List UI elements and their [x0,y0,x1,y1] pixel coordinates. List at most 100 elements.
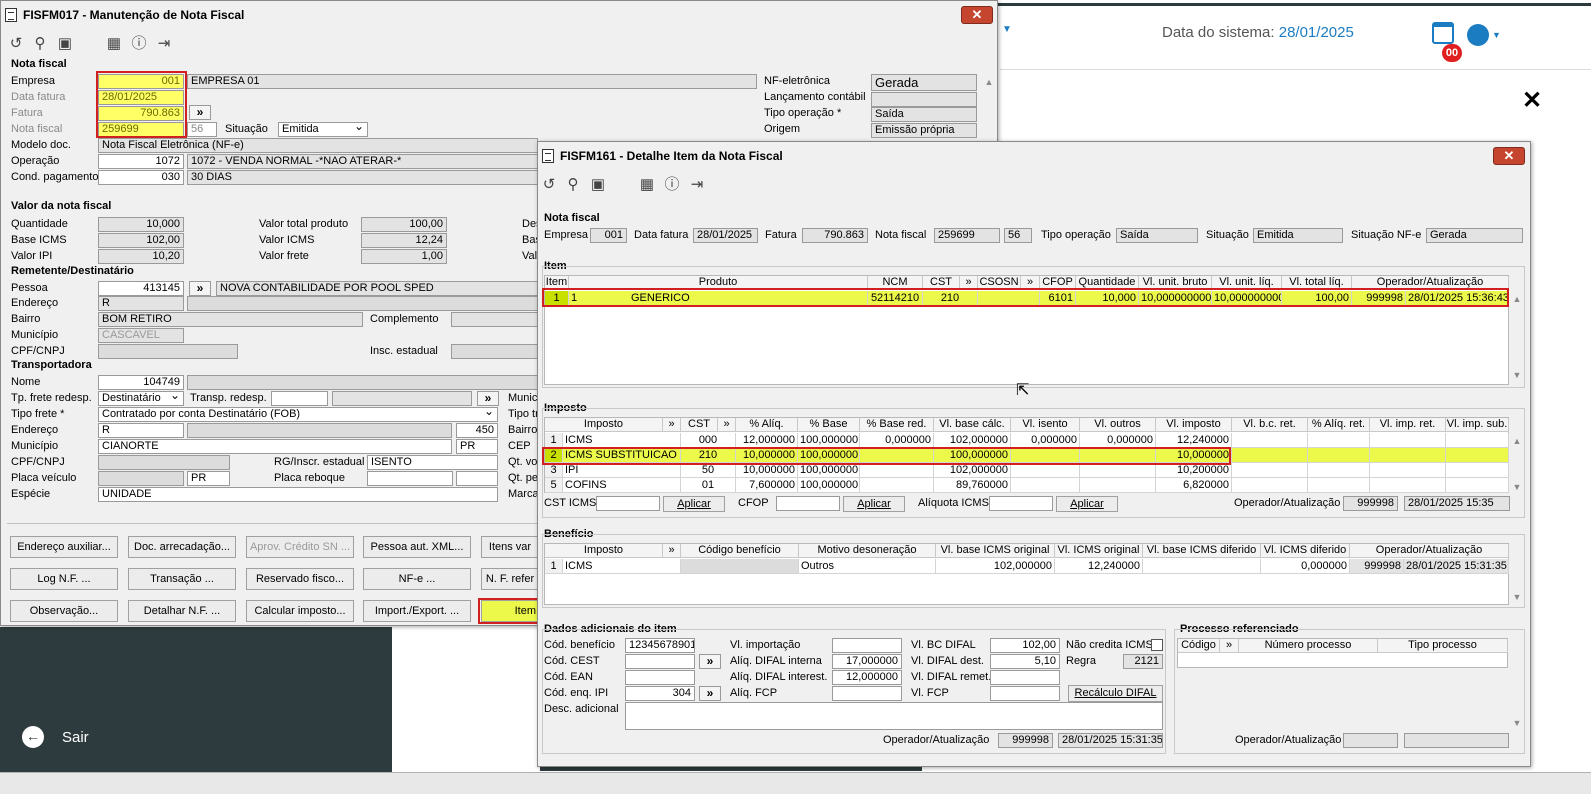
t-municipio-field[interactable]: CIANORTE [98,439,452,454]
nf-refer-button[interactable]: N. F. refer [481,568,539,590]
t-uf-field[interactable]: PR [456,439,498,454]
search-icon[interactable]: ⚲ [564,176,582,194]
vl-difal-remet-field[interactable] [990,670,1060,685]
tipof-select[interactable]: Contratado por conta Destinatário (FOB) [98,407,498,422]
cod-ean-field[interactable] [625,670,695,685]
calendar-icon[interactable] [1432,22,1454,44]
pessoa-more-button[interactable]: » [189,281,211,296]
nome-field[interactable]: 104749 [98,375,184,390]
save-icon[interactable]: ▣ [56,35,74,53]
col-cst-more[interactable]: » [718,418,736,432]
calendar-icon[interactable]: ▦ [105,35,123,53]
itens-var-button[interactable]: Itens var [481,536,539,558]
vl-difal-dest-field[interactable]: 5,10 [990,654,1060,669]
item-scroll-up[interactable]: ▲ [1510,294,1524,304]
empresa-field[interactable]: 001 [98,74,184,89]
cest-more-button[interactable]: » [699,654,721,669]
vl-bc-difal-field[interactable]: 102,00 [990,638,1060,653]
cond-pag-field[interactable]: 030 [98,170,184,185]
tr-field[interactable] [271,391,328,406]
aplicar-cfop-button[interactable]: Aplicar [843,496,905,512]
cod-cest-field[interactable] [625,654,695,669]
item-scroll-down[interactable]: ▼ [1510,370,1524,380]
close-button[interactable]: ✕ [961,6,993,24]
serie-field[interactable]: 56 [187,122,217,137]
user-avatar-icon[interactable] [1467,24,1489,46]
table-row[interactable]: 5 COFINS 01 7,600000 100,000000 89,760000 6,82… [545,478,1509,493]
pessoa-aut-xml-button[interactable]: Pessoa aut. XML... [363,536,471,558]
table-row[interactable]: 1 ICMS 000 12,000000 100,000000 0,000000 102,0… [545,433,1509,448]
modelo-field[interactable]: Nota Fiscal Eletrônica (NF-e) [98,138,538,153]
col-imposto-more[interactable]: » [663,544,681,558]
col-imposto-more[interactable]: » [663,418,681,432]
beneficio-scroll-down[interactable]: ▼ [1510,592,1524,602]
col-cst-more[interactable]: » [960,276,978,290]
table-row[interactable]: 3 IPI 50 10,000000 100,000000 102,000000 10,20… [545,463,1509,478]
situacao-select[interactable]: Emitida [278,122,368,137]
vl-fcp-field[interactable] [990,686,1060,701]
user-menu-chevron-icon[interactable]: ▼ [1492,30,1501,40]
imposto-scroll-down[interactable]: ▼ [1510,482,1524,492]
menu-chevron-icon[interactable]: ▼ [1002,24,1012,35]
data-fatura-field[interactable]: 28/01/2025 [98,90,184,105]
nf-field[interactable]: 259699 [98,122,184,137]
exit-label[interactable]: Sair [62,729,89,746]
item-button[interactable]: Item [481,600,539,622]
help-icon[interactable]: ⓘ [663,176,681,194]
cfop-field[interactable] [776,496,840,511]
import-export-button[interactable]: Import./Export. ... [363,600,471,622]
cod-enq-field[interactable]: 304 [625,686,695,701]
reboque-field[interactable] [367,471,453,486]
observacao-button[interactable]: Observação... [10,600,118,622]
aprov-credito-button[interactable]: Aprov. Crédito SN ... [246,536,354,558]
aliq-icms-field[interactable] [989,496,1053,511]
search-icon[interactable]: ⚲ [31,35,49,53]
enq-more-button[interactable]: » [699,686,721,701]
scroll-up-icon[interactable]: ▲ [982,77,996,87]
calendar-icon[interactable]: ▦ [638,176,656,194]
aliq-difal-inter-field[interactable]: 12,000000 [832,670,902,685]
rg-field[interactable]: ISENTO [367,455,498,470]
detalhar-nf-button[interactable]: Detalhar N.F. ... [128,600,236,622]
endereco-auxiliar-button[interactable]: Endereço auxiliar... [10,536,118,558]
table-row[interactable]: 1 1 GENERICO 52114210 210 6101 10,000 10… [545,291,1509,306]
fatura-more-button[interactable]: » [189,105,211,120]
exit-icon[interactable]: ⇥ [688,176,706,194]
t-numero-field[interactable]: 450 [456,423,498,438]
pessoa-field[interactable]: 413145 [98,281,184,296]
aplicar-aliq-button[interactable]: Aplicar [1056,496,1118,512]
desc-adicional-field[interactable] [625,702,1163,730]
refresh-icon[interactable]: ↺ [540,176,558,194]
col-codigo-more[interactable]: » [1220,639,1239,653]
nfe-button[interactable]: NF-e ... [363,568,471,590]
tr-more-button[interactable]: » [477,391,499,406]
col-csosn-more[interactable]: » [1021,276,1040,290]
table-row[interactable]: 2ICMS SUBSTITUICAO TR21010,000000100,000… [545,448,1509,463]
exit-icon[interactable]: ⇥ [155,35,173,53]
log-nf-button[interactable]: Log N.F. ... [10,568,118,590]
fatura-field[interactable]: 790.863 [98,106,184,121]
t-endereco-field[interactable]: R [98,423,184,438]
save-icon[interactable]: ▣ [589,176,607,194]
close-icon[interactable]: ✕ [1522,86,1542,115]
help-icon[interactable]: ⓘ [130,35,148,53]
close-button[interactable]: ✕ [1493,147,1525,165]
nao-credita-checkbox[interactable] [1151,639,1163,651]
tpf-select[interactable]: Destinatário [98,391,184,406]
imposto-scroll-up[interactable]: ▲ [1510,436,1524,446]
doc-arrecadacao-button[interactable]: Doc. arrecadação... [128,536,236,558]
aplicar-cst-button[interactable]: Aplicar [663,496,725,512]
operacao-field[interactable]: 1072 [98,154,184,169]
cst-icms-field[interactable] [596,496,660,511]
aliq-difal-int-field[interactable]: 17,000000 [832,654,902,669]
recalculo-difal-button[interactable]: Recálculo DIFAL [1068,685,1163,702]
calcular-imposto-button[interactable]: Calcular imposto... [246,600,354,622]
placa-uf-field[interactable]: PR [187,471,230,486]
especie-field[interactable]: UNIDADE [98,487,498,502]
refresh-icon[interactable]: ↺ [7,35,25,53]
transacao-button[interactable]: Transação ... [128,568,236,590]
aliq-fcp-field[interactable] [832,686,902,701]
table-row[interactable]: 1 ICMS Outros 102,000000 12,240000 0,000… [545,559,1509,574]
reboque-uf-field[interactable] [456,471,498,486]
cod-beneficio-field[interactable]: 12345678901 [625,638,695,653]
